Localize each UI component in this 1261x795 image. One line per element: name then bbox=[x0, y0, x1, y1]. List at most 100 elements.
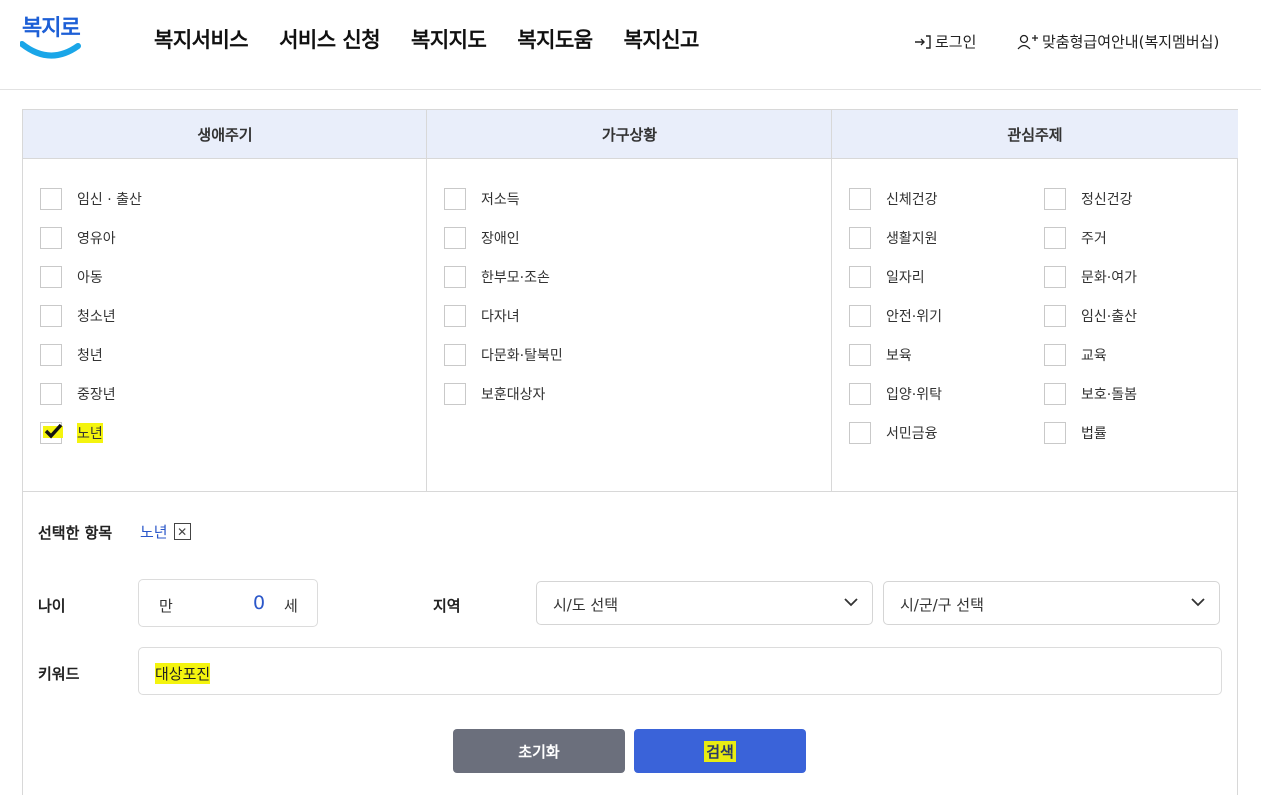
filter-checkbox-item[interactable]: 한부모·조손 bbox=[444, 265, 550, 289]
filter-checkbox-item[interactable]: 아동 bbox=[40, 265, 103, 289]
filter-checkbox-label: 보육 bbox=[886, 348, 912, 364]
checkbox[interactable] bbox=[40, 188, 62, 210]
filter-checkbox-item[interactable]: 보호·돌봄 bbox=[1044, 382, 1137, 406]
filter-checkbox-item[interactable]: 저소득 bbox=[444, 187, 520, 211]
filter-checkbox-label: 장애인 bbox=[481, 231, 520, 247]
filter-checkbox-item[interactable]: 중장년 bbox=[40, 382, 116, 406]
filter-checkbox-label: 신체건강 bbox=[886, 192, 938, 208]
nav-welfare-service[interactable]: 복지서비스 bbox=[154, 24, 249, 54]
region-label: 지역 bbox=[433, 597, 461, 615]
keyword-input[interactable]: 대상포진 bbox=[138, 647, 1222, 695]
filter-checkbox-item[interactable]: 영유아 bbox=[40, 226, 116, 250]
filter-checkbox-item[interactable]: 장애인 bbox=[444, 226, 520, 250]
checkbox[interactable] bbox=[40, 383, 62, 405]
checkbox[interactable] bbox=[849, 305, 871, 327]
filter-checkbox-item[interactable]: 청소년 bbox=[40, 304, 116, 328]
checkbox[interactable] bbox=[444, 305, 466, 327]
filter-checkbox-label: 생활지원 bbox=[886, 231, 938, 247]
filter-checkbox-label: 다자녀 bbox=[481, 309, 520, 325]
filter-checkbox-item[interactable]: 신체건강 bbox=[849, 187, 938, 211]
filter-checkbox-item[interactable]: 보훈대상자 bbox=[444, 382, 545, 406]
checkbox[interactable] bbox=[1044, 227, 1066, 249]
filter-checkbox-item[interactable]: 보육 bbox=[849, 343, 912, 367]
filter-checkbox-label: 문화·여가 bbox=[1081, 270, 1137, 286]
checkbox[interactable] bbox=[444, 383, 466, 405]
sigungu-select[interactable]: 시/군/구 선택 bbox=[883, 581, 1220, 625]
checkbox[interactable] bbox=[1044, 305, 1066, 327]
filter-checkbox-item[interactable]: 일자리 bbox=[849, 265, 925, 289]
nav-welfare-map[interactable]: 복지지도 bbox=[411, 24, 487, 54]
selected-tag-label: 노년 bbox=[140, 523, 168, 541]
nav-welfare-report[interactable]: 복지신고 bbox=[624, 24, 700, 54]
checkbox-checked[interactable] bbox=[40, 422, 63, 444]
keyword-value: 대상포진 bbox=[155, 663, 211, 684]
checkbox[interactable] bbox=[444, 266, 466, 288]
checkbox[interactable] bbox=[40, 266, 62, 288]
filter-checkbox-label: 일자리 bbox=[886, 270, 925, 286]
panel-border-left bbox=[22, 491, 23, 795]
filter-checkbox-item[interactable]: 생활지원 bbox=[849, 226, 938, 250]
nav-service-apply[interactable]: 서비스 신청 bbox=[279, 24, 380, 54]
filter-checkbox-item[interactable]: 교육 bbox=[1044, 343, 1107, 367]
checkbox[interactable] bbox=[444, 227, 466, 249]
filter-checkbox-item[interactable]: 문화·여가 bbox=[1044, 265, 1137, 289]
chevron-down-icon bbox=[844, 598, 858, 607]
filter-checkbox-item[interactable]: 법률 bbox=[1044, 421, 1107, 445]
filter-checkbox-label: 한부모·조손 bbox=[481, 270, 550, 286]
search-button-label: 검색 bbox=[704, 740, 736, 762]
filter-checkbox-label: 중장년 bbox=[77, 387, 116, 403]
checkbox[interactable] bbox=[849, 344, 871, 366]
filter-checkbox-item[interactable]: 주거 bbox=[1044, 226, 1107, 250]
filter-checkbox-item[interactable]: 청년 bbox=[40, 343, 103, 367]
filter-checkbox-item[interactable]: 임신 · 출산 bbox=[40, 187, 142, 211]
filter-checkbox-item[interactable]: 노년 bbox=[40, 421, 103, 445]
checkbox[interactable] bbox=[849, 422, 871, 444]
membership-link[interactable]: 맞춤형급여안내(복지멤버십) bbox=[1017, 31, 1219, 52]
checkbox[interactable] bbox=[849, 383, 871, 405]
filter-panel: 생애주기 가구상황 관심주제 임신 · 출산 영유아 아동 청소년 청년 중장년 노년 저소득… bbox=[22, 109, 1238, 492]
filter-checkbox-item[interactable]: 다문화·탈북민 bbox=[444, 343, 563, 367]
checkbox[interactable] bbox=[849, 188, 871, 210]
checkbox[interactable] bbox=[444, 188, 466, 210]
filter-checkbox-label: 보훈대상자 bbox=[481, 387, 546, 403]
sido-select[interactable]: 시/도 선택 bbox=[536, 581, 873, 625]
main-nav: 복지서비스 서비스 신청 복지지도 복지도움 복지신고 bbox=[154, 24, 730, 54]
checkbox[interactable] bbox=[1044, 383, 1066, 405]
filter-checkbox-label: 저소득 bbox=[481, 192, 520, 208]
filter-checkbox-item[interactable]: 안전·위기 bbox=[849, 304, 942, 328]
col-header-household: 가구상황 bbox=[427, 110, 832, 159]
filter-checkbox-item[interactable]: 서민금융 bbox=[849, 421, 938, 445]
checkbox[interactable] bbox=[1044, 188, 1066, 210]
checkbox[interactable] bbox=[1044, 422, 1066, 444]
checkbox[interactable] bbox=[40, 227, 62, 249]
checkbox[interactable] bbox=[1044, 344, 1066, 366]
checkmark-icon bbox=[43, 423, 63, 439]
filter-checkbox-item[interactable]: 임신·출산 bbox=[1044, 304, 1137, 328]
sigungu-select-value: 시/군/구 선택 bbox=[900, 596, 984, 614]
sido-select-value: 시/도 선택 bbox=[553, 596, 619, 614]
login-link[interactable]: 로그인 bbox=[914, 31, 976, 52]
reset-button[interactable]: 초기화 bbox=[453, 729, 625, 773]
close-icon[interactable]: ✕ bbox=[173, 523, 191, 540]
selected-tag[interactable]: 노년 ✕ bbox=[140, 521, 191, 542]
user-add-icon bbox=[1017, 34, 1038, 49]
selected-items-label: 선택한 항목 bbox=[38, 524, 113, 542]
filter-checkbox-label: 영유아 bbox=[77, 231, 116, 247]
checkbox[interactable] bbox=[849, 227, 871, 249]
filter-checkbox-label: 정신건강 bbox=[1081, 192, 1133, 208]
search-button[interactable]: 검색 bbox=[634, 729, 806, 773]
nav-welfare-help[interactable]: 복지도움 bbox=[517, 24, 593, 54]
panel-border-right bbox=[1237, 491, 1238, 795]
filter-checkbox-item[interactable]: 입양·위탁 bbox=[849, 382, 942, 406]
filter-checkbox-item[interactable]: 다자녀 bbox=[444, 304, 520, 328]
checkbox[interactable] bbox=[849, 266, 871, 288]
checkbox[interactable] bbox=[40, 305, 62, 327]
membership-label: 맞춤형급여안내(복지멤버십) bbox=[1042, 33, 1220, 51]
site-logo[interactable]: 복지로 bbox=[20, 8, 84, 64]
checkbox[interactable] bbox=[1044, 266, 1066, 288]
checkbox[interactable] bbox=[40, 344, 62, 366]
checkbox[interactable] bbox=[444, 344, 466, 366]
age-input[interactable]: 만 0 세 bbox=[138, 579, 318, 627]
age-value[interactable]: 0 bbox=[253, 592, 265, 614]
filter-checkbox-item[interactable]: 정신건강 bbox=[1044, 187, 1133, 211]
